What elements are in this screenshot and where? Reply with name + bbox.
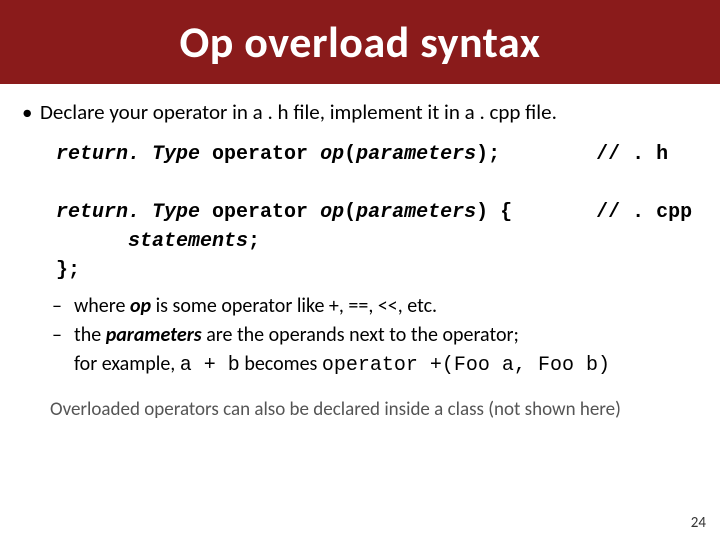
code-l1-close: ); xyxy=(476,143,596,166)
slide: Op overload syntax • Declare your operat… xyxy=(0,0,720,540)
sub1-op: op xyxy=(130,294,151,318)
sub2-line2-c: becomes xyxy=(240,352,322,376)
dash-2: – xyxy=(52,322,74,349)
main-bullet: • Declare your operator in a . h file, i… xyxy=(22,98,698,126)
sub2-text: the parameters are the operands next to … xyxy=(74,322,519,349)
sub2-c: are the operands next to the operator; xyxy=(202,323,519,347)
sub2-line2: for example, a + b becomes operator +(Fo… xyxy=(74,351,698,379)
code-l1-params: parameters xyxy=(356,143,476,166)
code-l4: }; xyxy=(56,259,80,282)
sub-row-1: – where op is some operator like +, ==, … xyxy=(52,293,698,320)
sub1-a: where xyxy=(74,294,130,318)
code-l2-close: ) { xyxy=(476,201,596,224)
code-l2-op: op xyxy=(320,201,344,224)
sub1-text: where op is some operator like +, ==, <<… xyxy=(74,293,437,320)
sub2-a: the xyxy=(74,323,106,347)
code-l1-op: op xyxy=(320,143,344,166)
code-l1-ret: return. Type xyxy=(56,143,200,166)
slide-title: Op overload syntax xyxy=(179,15,540,69)
sub2-params: parameters xyxy=(106,323,202,347)
code-l3-semi: ; xyxy=(248,230,260,253)
code-blank xyxy=(56,172,68,195)
code-l3-indent xyxy=(56,230,128,253)
code-l1-comment: // . h xyxy=(596,143,668,166)
code-l1-open: ( xyxy=(344,143,356,166)
code-l3-stmt: statements xyxy=(128,230,248,253)
sub1-c: is some operator like +, ==, <<, etc. xyxy=(151,294,437,318)
bullet-text: Declare your operator in a . h file, imp… xyxy=(40,98,557,126)
dash-1: – xyxy=(52,293,74,320)
code-l2-params: parameters xyxy=(356,201,476,224)
code-l2-comment: // . cpp xyxy=(596,201,692,224)
code-l2-kw: operator xyxy=(200,201,320,224)
code-l2-ret: return. Type xyxy=(56,201,200,224)
sub-row-2: – the parameters are the operands next t… xyxy=(52,322,698,349)
sub-bullets: – where op is some operator like +, ==, … xyxy=(52,293,698,379)
sub2-line2-ab: a + b xyxy=(180,354,240,377)
footnote: Overloaded operators can also be declare… xyxy=(50,397,698,423)
slide-body: • Declare your operator in a . h file, i… xyxy=(0,84,720,423)
code-l1-kw: operator xyxy=(200,143,320,166)
sub2-line2-a: for example, xyxy=(74,352,180,376)
title-bar: Op overload syntax xyxy=(0,0,720,84)
code-block: return. Type operator op(parameters); //… xyxy=(56,140,698,285)
code-l2-open: ( xyxy=(344,201,356,224)
bullet-dot: • xyxy=(22,98,40,126)
page-number: 24 xyxy=(691,514,706,532)
sub2-line2-call: operator +(Foo a, Foo b) xyxy=(322,354,610,377)
